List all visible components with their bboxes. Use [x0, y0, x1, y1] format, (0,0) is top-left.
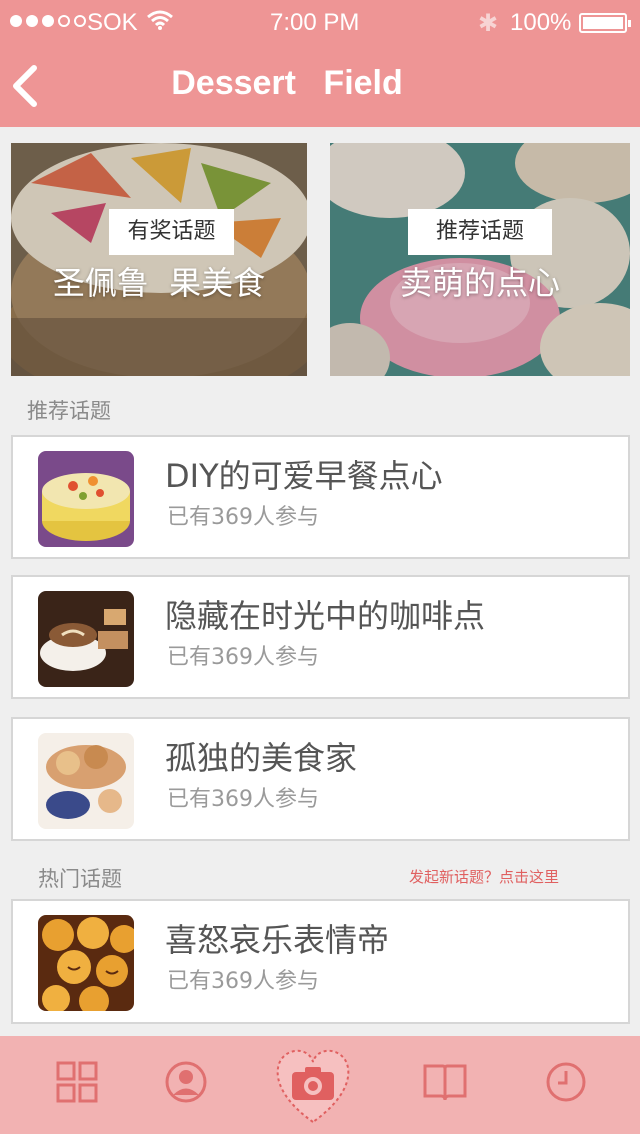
topic-title: 孤独的美食家 [165, 739, 358, 777]
new-topic-link[interactable]: 发起新话题？点击这里 [409, 866, 559, 887]
topic-thumbnail [38, 451, 134, 547]
banner-card-recommended-topic[interactable]: 推荐话题 卖萌的点心 [330, 143, 630, 376]
status-time: 7:00 PM [270, 9, 360, 36]
tab-bar [0, 1036, 640, 1134]
banner-tag: 有奖话题 [109, 209, 234, 255]
topic-participants: 已有369人参与 [167, 969, 319, 994]
banner-title: 卖萌的点心 [399, 264, 560, 302]
topic-participants: 已有369人参与 [167, 645, 319, 670]
topic-card[interactable]: DIY的可爱早餐点心 已有369人参与 [11, 435, 630, 559]
signal-strength-icon [10, 15, 86, 27]
topic-title: 隐藏在时光中的咖啡点 [165, 597, 486, 635]
camera-icon[interactable] [272, 1042, 354, 1128]
topic-card[interactable]: 喜怒哀乐表情帝 已有369人参与 [11, 899, 630, 1024]
battery-icon [579, 13, 631, 33]
topic-title: 喜怒哀乐表情帝 [165, 921, 390, 959]
topic-thumbnail [38, 733, 134, 829]
banner-tag: 推荐话题 [408, 209, 552, 255]
banner-title: 圣佩鲁 果美食 [52, 264, 266, 302]
grid-icon[interactable] [56, 1061, 98, 1103]
bluetooth-icon: ✱ [478, 10, 499, 37]
carrier-label: SOK [87, 9, 138, 36]
profile-icon[interactable] [164, 1060, 208, 1104]
topic-title: DIY的可爱早餐点心 [165, 457, 443, 495]
status-bar: SOK 7:00 PM ✱ 100% [0, 0, 640, 44]
topic-thumbnail [38, 915, 134, 1011]
topic-card[interactable]: 孤独的美食家 已有369人参与 [11, 717, 630, 841]
banner-card-prize-topic[interactable]: 有奖话题 圣佩鲁 果美食 [11, 143, 307, 376]
battery-percent: 100% [510, 9, 572, 36]
topic-thumbnail [38, 591, 134, 687]
section-label-recommended: 推荐话题 [27, 399, 111, 423]
book-icon[interactable] [423, 1062, 467, 1102]
topic-participants: 已有369人参与 [167, 787, 319, 812]
clock-icon[interactable] [545, 1061, 587, 1103]
page-title: Dessert Field [171, 64, 403, 102]
topic-card[interactable]: 隐藏在时光中的咖啡点 已有369人参与 [11, 575, 630, 699]
section-label-hot: 热门话题 [38, 867, 122, 891]
topic-participants: 已有369人参与 [167, 505, 319, 530]
header: SOK 7:00 PM ✱ 100% Dessert Field [0, 0, 640, 127]
wifi-icon [147, 10, 173, 30]
